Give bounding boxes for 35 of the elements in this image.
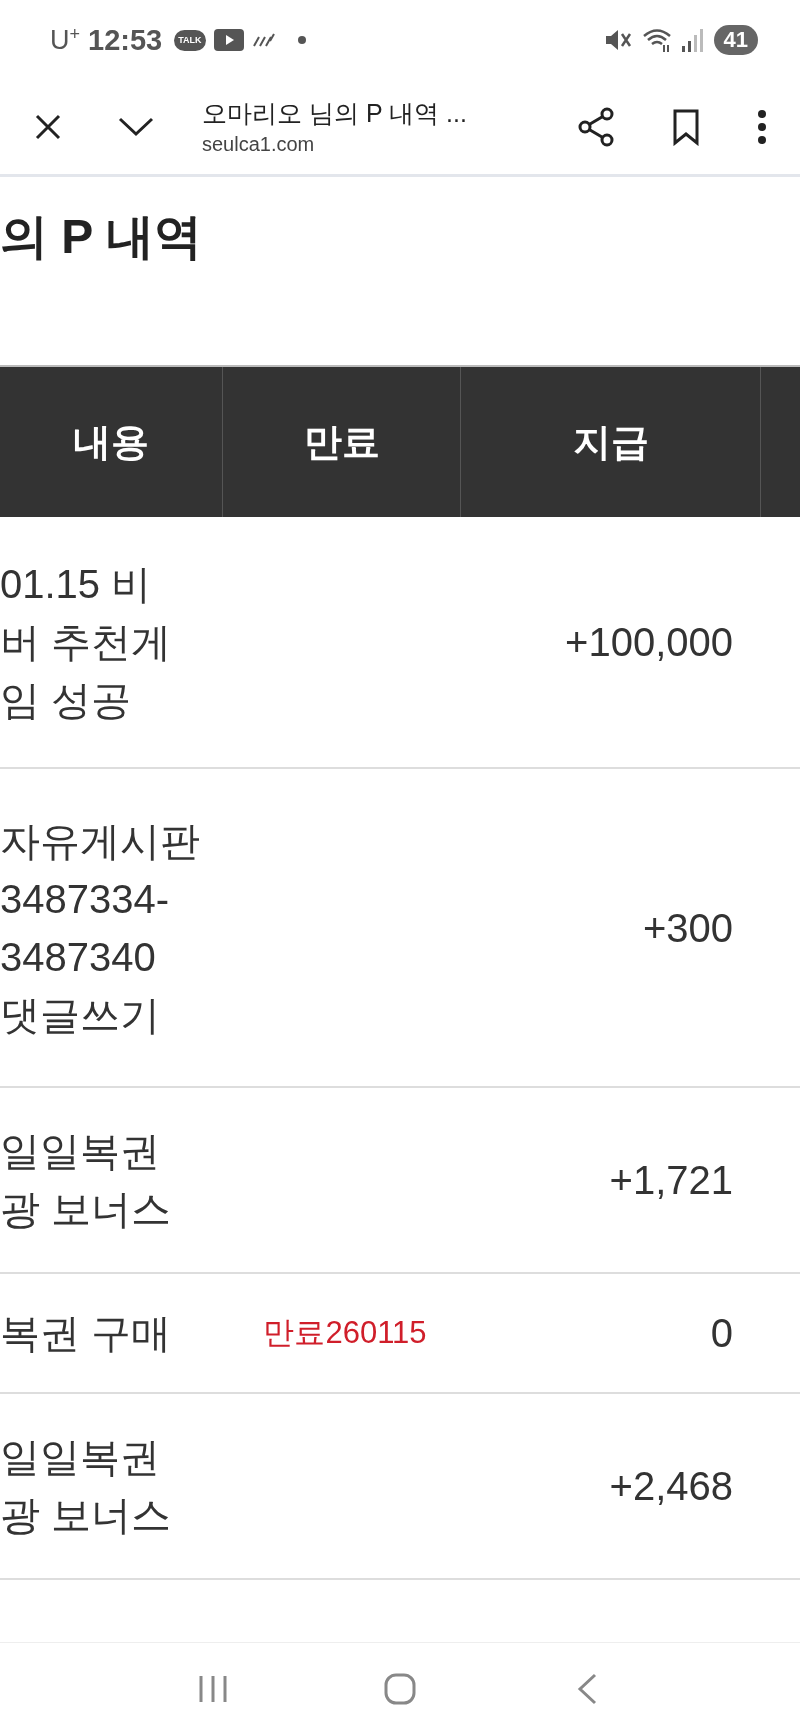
amount-cell-text: +2,468 xyxy=(609,1463,733,1510)
bookmark-icon xyxy=(672,108,700,146)
menu-icon xyxy=(757,109,767,145)
share-icon xyxy=(577,107,615,147)
dot-icon xyxy=(297,36,306,44)
stripes-icon xyxy=(251,33,276,47)
expiry-cell-text: 만료260115 xyxy=(262,1313,427,1352)
description-cell-text: 일일복권 광 보너스 xyxy=(0,1434,172,1539)
column-header: 만료 xyxy=(223,367,461,517)
amount-cell-text: 0 xyxy=(710,1310,733,1357)
amount-cell-text: +300 xyxy=(642,904,733,952)
description-cell-text: 일일복권 광 보너스 xyxy=(0,1128,172,1233)
description-cell-text: 자유게시판 3487334- 3487340 댓글쓰기 xyxy=(0,817,200,1039)
page-heading: 의 P 내역 xyxy=(0,209,202,265)
home-icon xyxy=(384,1672,416,1705)
clock: 12:53 xyxy=(88,25,163,55)
description-cell-text: 01.15 비 버 추천게 임 성공 xyxy=(0,561,172,724)
page-title: 오마리오 님의 P 내역 ... xyxy=(202,98,468,129)
amount-cell-text: +100,000 xyxy=(565,619,733,666)
column-header: 내용 xyxy=(0,367,223,517)
amount-cell-text: +1,721 xyxy=(609,1157,733,1204)
signal-icon xyxy=(681,28,704,52)
close-icon xyxy=(34,113,62,141)
play-icon xyxy=(213,29,244,51)
wifi-icon xyxy=(641,27,672,53)
back-icon xyxy=(575,1672,598,1705)
chevron-down-icon xyxy=(118,117,154,137)
column-header: 지급 xyxy=(461,367,761,517)
mute-icon xyxy=(603,27,632,53)
description-cell-text: 복권 구매 xyxy=(0,1310,172,1357)
recent-apps-icon xyxy=(198,1673,229,1704)
battery-indicator: 41 xyxy=(713,25,758,55)
carrier-label: U$^{+}$ xyxy=(50,26,80,54)
page-url: seulca1.com xyxy=(202,132,316,157)
chat-badge: TALK xyxy=(174,29,206,51)
